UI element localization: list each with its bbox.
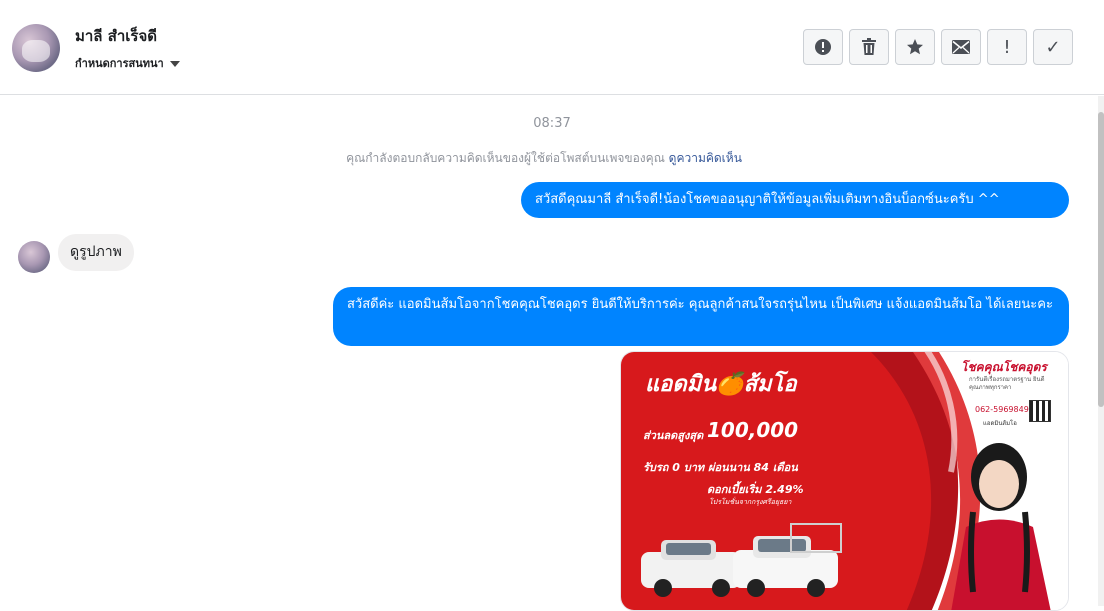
ad-discount-value: 100,000 xyxy=(707,418,799,442)
scrollbar-thumb[interactable] xyxy=(1098,112,1104,407)
envelope-icon xyxy=(952,40,970,54)
header-actions: ! ✓ xyxy=(803,29,1073,65)
ad-financing: รับรถ 0 บาท ผ่อนนาน 84 เดือน xyxy=(643,461,798,474)
ad-discount-label: ส่วนลดสูงสุด xyxy=(643,429,704,442)
ad-brand: โชคคุณโชคอุดร xyxy=(961,360,1047,374)
trash-icon xyxy=(862,38,876,55)
conversation-header: มาลี สำเร็จดี กำหนดการสนทนา ! ✓ xyxy=(0,0,1104,95)
ad-admin-label: แอดมินส้มโอ xyxy=(983,420,1017,427)
sender-avatar[interactable] xyxy=(18,241,50,273)
conversation-pane: 08:37 คุณกำลังตอบกลับความคิดเห็นของผู้ใช… xyxy=(0,96,1104,611)
outgoing-message[interactable]: สวัสดีค่ะ แอดมินส้มโอจากโชคคุณโชคอุดร ยิ… xyxy=(333,287,1069,346)
ad-brand-tagline: การันตีเรื่องรถมาตรฐาน ยินดีคุณภาพทุกราค… xyxy=(969,376,1045,391)
reply-context-notice: คุณกำลังตอบกลับความคิดเห็นของผู้ใช้ต่อโพ… xyxy=(0,149,1088,168)
conversation-status-dropdown[interactable]: กำหนดการสนทนา xyxy=(75,54,180,72)
qr-code-icon xyxy=(1029,400,1051,422)
exclamation-icon: ! xyxy=(1003,36,1011,58)
caret-down-icon xyxy=(169,60,180,67)
avatar[interactable] xyxy=(12,24,60,72)
outgoing-message[interactable]: สวัสดีคุณมาลี สำเร็จดี!น้องโชคขออนุญาติใ… xyxy=(521,182,1069,218)
contact-name[interactable]: มาลี สำเร็จดี xyxy=(75,24,157,48)
ad-title: แอดมิน🍊ส้มโอ xyxy=(645,372,797,397)
report-button[interactable] xyxy=(803,29,843,65)
ad-interest: ดอกเบี้ยเริ่ม 2.49% xyxy=(707,483,804,496)
mark-important-button[interactable]: ! xyxy=(987,29,1027,65)
notice-text: คุณกำลังตอบกลับความคิดเห็นของผู้ใช้ต่อโพ… xyxy=(346,151,665,165)
status-select-label: กำหนดการสนทนา xyxy=(75,57,164,70)
message-timestamp: 08:37 xyxy=(533,116,571,131)
delete-button[interactable] xyxy=(849,29,889,65)
ad-phone: 062-5969849 xyxy=(975,405,1029,414)
ad-promo-note: โปรโมชั่นจากกรุงศรีอยุธยา xyxy=(709,498,792,506)
star-icon xyxy=(907,39,923,55)
check-icon: ✓ xyxy=(1045,36,1061,58)
alert-circle-icon xyxy=(815,39,831,55)
mark-done-button[interactable]: ✓ xyxy=(1033,29,1073,65)
star-button[interactable] xyxy=(895,29,935,65)
view-comment-link[interactable]: ดูความคิดเห็น xyxy=(669,151,742,165)
mark-unread-button[interactable] xyxy=(941,29,981,65)
ad-image-attachment[interactable]: แอดมิน🍊ส้มโอ ส่วนลดสูงสุด 100,000 รับรถ … xyxy=(620,351,1069,611)
incoming-message[interactable]: ดูรูปภาพ xyxy=(58,234,134,271)
